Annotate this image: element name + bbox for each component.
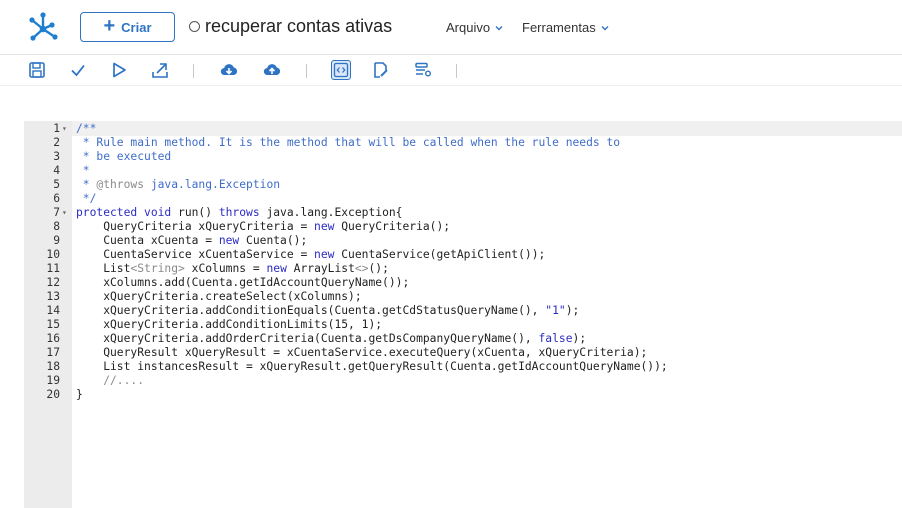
- code-text: protected void run() throws java.lang.Ex…: [76, 206, 403, 219]
- chevron-down-icon: [495, 25, 503, 30]
- export-icon[interactable]: [150, 60, 170, 80]
- code-line[interactable]: 9 Cuenta xCuenta = new Cuenta();: [24, 234, 902, 248]
- code-text: //....: [76, 374, 145, 387]
- code-text: xQueryCriteria.createSelect(xColumns);: [76, 290, 362, 303]
- menu-arquivo-label: Arquivo: [446, 20, 491, 35]
- toolbar-divider: [193, 64, 194, 78]
- line-number: 16: [46, 332, 60, 345]
- code-line[interactable]: 20}: [24, 388, 902, 402]
- line-number: 20: [46, 388, 60, 401]
- line-number: 7: [53, 206, 60, 219]
- line-number: 1: [53, 122, 60, 135]
- code-line[interactable]: 15 xQueryCriteria.addConditionLimits(15,…: [24, 318, 902, 332]
- line-number: 8: [53, 220, 60, 233]
- code-text: /**: [76, 122, 97, 135]
- line-number: 11: [46, 262, 60, 275]
- line-number: 5: [53, 178, 60, 191]
- code-text: List<String> xColumns = new ArrayList<>(…: [76, 262, 389, 275]
- code-line[interactable]: 13 xQueryCriteria.createSelect(xColumns)…: [24, 290, 902, 304]
- toolbar: [0, 56, 902, 86]
- code-text: * be executed: [76, 150, 172, 163]
- code-line[interactable]: 2 * Rule main method. It is the method t…: [24, 136, 902, 150]
- create-button-label: Criar: [121, 19, 152, 35]
- play-icon[interactable]: [109, 60, 129, 80]
- code-line[interactable]: 10 CuentaService xCuentaService = new Cu…: [24, 248, 902, 262]
- code-line[interactable]: 6 */: [24, 192, 902, 206]
- line-number: 4: [53, 164, 60, 177]
- chevron-down-icon: [601, 25, 609, 30]
- cloud-upload-icon[interactable]: [262, 60, 282, 80]
- document-title: recuperar contas ativas: [205, 16, 393, 36]
- code-line[interactable]: 7 ▾ protected void run() throws java.lang.…: [24, 206, 902, 220]
- line-number: 6: [53, 192, 60, 205]
- code-text: }: [76, 388, 83, 401]
- code-line[interactable]: 5 * @throws java.lang.Exception: [24, 178, 902, 192]
- status-circle-icon: [189, 21, 200, 32]
- fold-arrow-icon[interactable]: ▾: [62, 206, 67, 220]
- code-text: QueryResult xQueryResult = xCuentaServic…: [76, 346, 648, 359]
- menu-arquivo[interactable]: Arquivo: [446, 20, 503, 35]
- line-number: 15: [46, 318, 60, 331]
- code-text: * Rule main method. It is the method tha…: [76, 136, 621, 149]
- code-line[interactable]: 17 QueryResult xQueryResult = xCuentaSer…: [24, 346, 902, 360]
- code-text: xColumns.add(Cuenta.getIdAccountQueryNam…: [76, 276, 410, 289]
- line-number: 12: [46, 276, 60, 289]
- code-text: */: [76, 192, 97, 205]
- document-edit-icon[interactable]: [371, 60, 391, 80]
- menu-ferramentas-label: Ferramentas: [522, 20, 596, 35]
- cloud-download-icon[interactable]: [219, 60, 239, 80]
- code-line[interactable]: 16 xQueryCriteria.addOrderCriteria(Cuent…: [24, 332, 902, 346]
- line-number: 9: [53, 234, 60, 247]
- code-text: CuentaService xCuentaService = new Cuent…: [76, 248, 546, 261]
- app-header: + Criar recuperar contas ativas Arquivo …: [0, 0, 902, 55]
- code-text: List instancesResult = xQueryResult.getQ…: [76, 360, 668, 373]
- save-icon[interactable]: [27, 60, 47, 80]
- plus-icon: +: [103, 15, 116, 37]
- fold-arrow-icon[interactable]: ▾: [62, 122, 67, 136]
- code-text: xQueryCriteria.addOrderCriteria(Cuenta.g…: [76, 332, 587, 345]
- line-number: 18: [46, 360, 60, 373]
- code-line[interactable]: 18 List instancesResult = xQueryResult.g…: [24, 360, 902, 374]
- line-number: 19: [46, 374, 60, 387]
- code-line[interactable]: 4 *: [24, 164, 902, 178]
- menu-ferramentas[interactable]: Ferramentas: [522, 20, 609, 35]
- list-settings-icon[interactable]: [413, 60, 433, 80]
- code-editor[interactable]: 1 ▾/** 2 * Rule main method. It is the met…: [24, 121, 902, 508]
- code-text: *: [76, 164, 90, 177]
- line-number: 13: [46, 290, 60, 303]
- check-icon[interactable]: [68, 60, 88, 80]
- create-button[interactable]: + Criar: [80, 12, 175, 42]
- code-text: xQueryCriteria.addConditionLimits(15, 1)…: [76, 318, 383, 331]
- code-line[interactable]: 19 //....: [24, 374, 902, 388]
- line-number: 14: [46, 304, 60, 317]
- code-line[interactable]: 11 List<String> xColumns = new ArrayList…: [24, 262, 902, 276]
- code-line[interactable]: 12 xColumns.add(Cuenta.getIdAccountQuery…: [24, 276, 902, 290]
- code-view-icon[interactable]: [331, 60, 351, 80]
- code-text: * @throws java.lang.Exception: [76, 178, 281, 191]
- line-number: 2: [53, 136, 60, 149]
- toolbar-divider: [306, 64, 307, 78]
- code-line[interactable]: 8 QueryCriteria xQueryCriteria = new Que…: [24, 220, 902, 234]
- code-line[interactable]: 3 * be executed: [24, 150, 902, 164]
- line-number: 17: [46, 346, 60, 359]
- line-number: 3: [53, 150, 60, 163]
- code-text: xQueryCriteria.addConditionEquals(Cuenta…: [76, 304, 580, 317]
- code-text: Cuenta xCuenta = new Cuenta();: [76, 234, 308, 247]
- code-line[interactable]: 1 ▾ /**: [24, 122, 902, 136]
- app-logo-icon[interactable]: [27, 11, 59, 43]
- code-line[interactable]: 14 xQueryCriteria.addConditionEquals(Cue…: [24, 304, 902, 318]
- toolbar-divider: [456, 64, 457, 78]
- code-text: QueryCriteria xQueryCriteria = new Query…: [76, 220, 451, 233]
- line-number: 10: [46, 248, 60, 261]
